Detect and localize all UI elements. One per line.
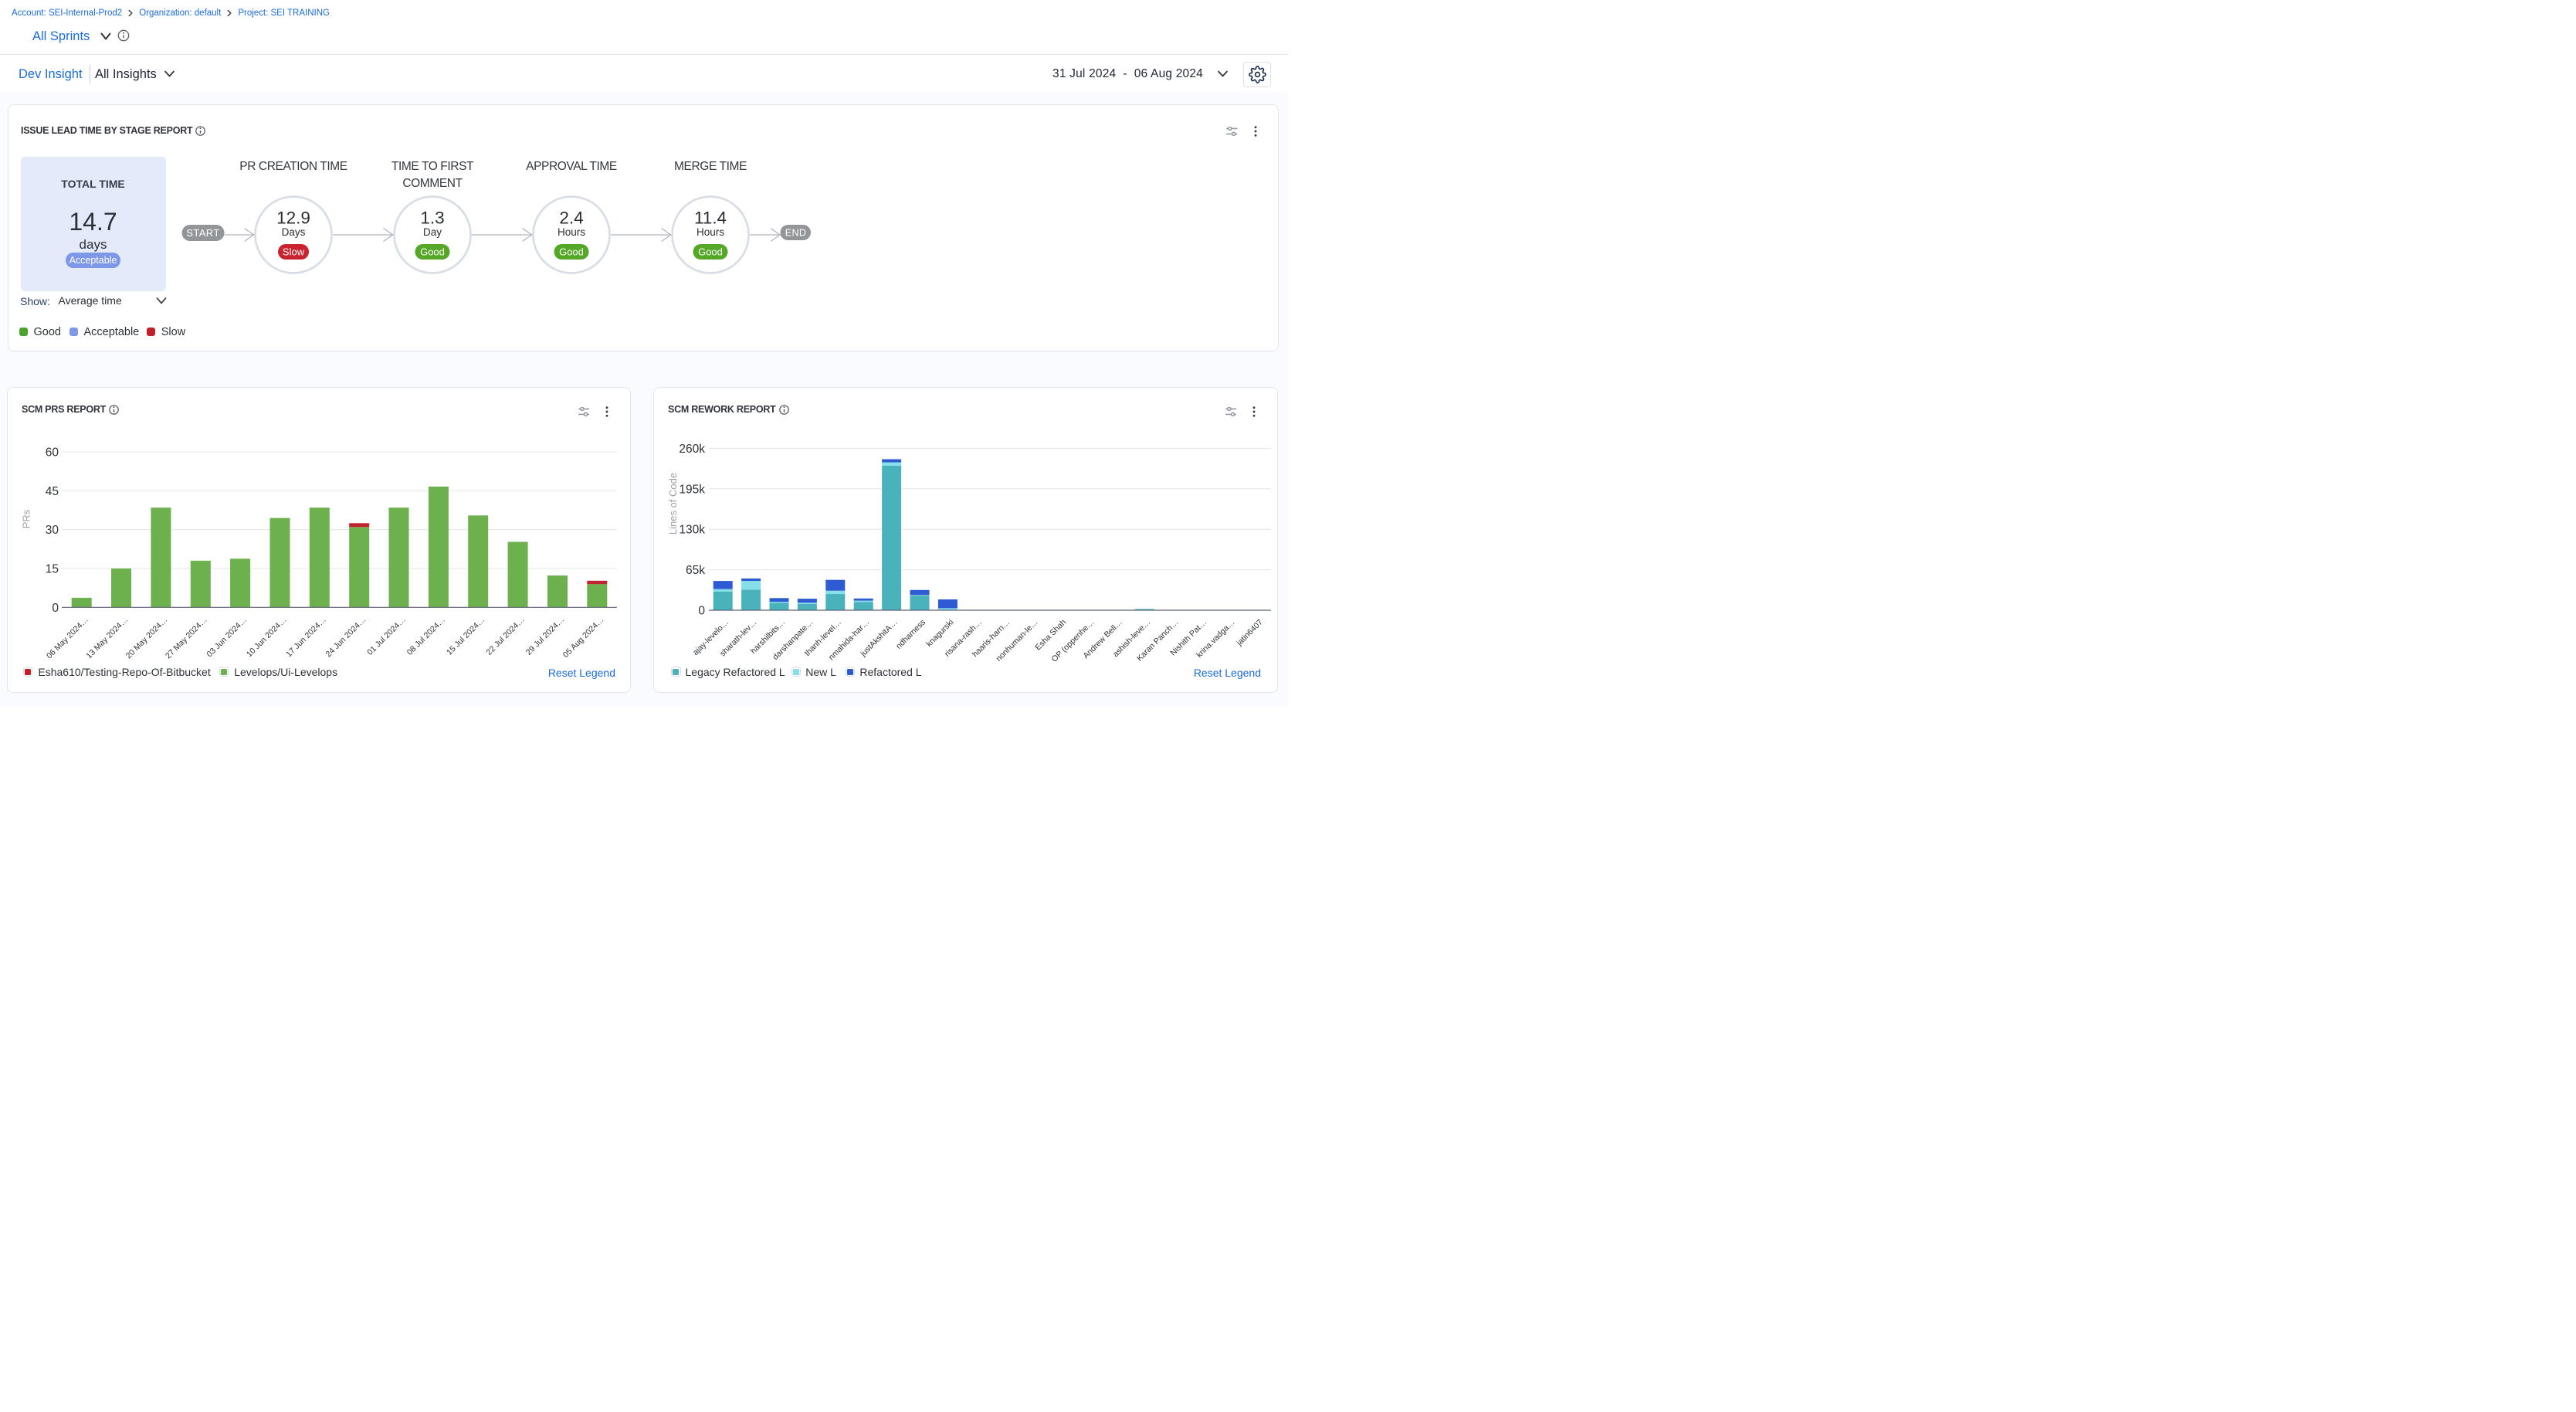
svg-text:ndharness: ndharness <box>894 618 927 651</box>
svg-text:24 Jun 2024…: 24 Jun 2024… <box>324 615 368 659</box>
svg-text:0: 0 <box>698 605 705 618</box>
svg-text:17 Jun 2024…: 17 Jun 2024… <box>284 615 328 659</box>
svg-text:MERGE TIME: MERGE TIME <box>674 160 747 173</box>
svg-text:22 Jul 2024…: 22 Jul 2024… <box>484 615 526 657</box>
svg-text:11.4: 11.4 <box>694 209 727 228</box>
svg-text:195k: 195k <box>679 483 705 496</box>
svg-text:29 Jul 2024…: 29 Jul 2024… <box>524 615 566 657</box>
svg-text:20 May 2024…: 20 May 2024… <box>124 615 170 660</box>
svg-text:Hours: Hours <box>697 226 724 238</box>
svg-text:12.9: 12.9 <box>276 209 310 228</box>
svg-text:Slow: Slow <box>283 246 305 258</box>
svg-text:TIME TO FIRST: TIME TO FIRST <box>391 160 474 173</box>
svg-text:0: 0 <box>52 602 59 615</box>
svg-text:05 Aug 2024…: 05 Aug 2024… <box>561 615 606 660</box>
svg-text:PRs: PRs <box>21 509 32 528</box>
svg-text:06 May 2024…: 06 May 2024… <box>45 615 90 660</box>
svg-text:15 Jul 2024…: 15 Jul 2024… <box>445 615 486 657</box>
svg-text:Good: Good <box>559 246 584 258</box>
svg-text:jatin6407: jatin6407 <box>1235 618 1265 648</box>
svg-text:03 Jun 2024…: 03 Jun 2024… <box>205 615 249 659</box>
svg-text:65k: 65k <box>686 564 705 577</box>
svg-text:13 May 2024…: 13 May 2024… <box>84 615 130 660</box>
svg-text:15: 15 <box>46 563 59 576</box>
svg-text:1.3: 1.3 <box>420 209 444 228</box>
svg-text:45: 45 <box>46 485 59 498</box>
svg-text:COMMENT: COMMENT <box>402 177 463 190</box>
svg-text:10 Jun 2024…: 10 Jun 2024… <box>245 615 289 659</box>
svg-text:60: 60 <box>46 446 59 460</box>
svg-text:27 May 2024…: 27 May 2024… <box>164 615 209 660</box>
svg-text:Hours: Hours <box>558 226 585 238</box>
svg-text:Lines of Code: Lines of Code <box>667 473 679 535</box>
svg-text:260k: 260k <box>679 443 705 456</box>
svg-text:END: END <box>785 228 807 239</box>
svg-text:START: START <box>186 227 219 239</box>
svg-text:2.4: 2.4 <box>559 209 583 228</box>
svg-text:Day: Day <box>423 226 442 238</box>
svg-text:08 Jul 2024…: 08 Jul 2024… <box>405 615 447 657</box>
svg-text:01 Jul 2024…: 01 Jul 2024… <box>365 615 407 657</box>
svg-text:30: 30 <box>46 524 59 537</box>
svg-text:Good: Good <box>698 246 723 258</box>
svg-text:Good: Good <box>420 246 445 258</box>
svg-text:Days: Days <box>282 226 306 238</box>
svg-text:PR CREATION TIME: PR CREATION TIME <box>239 160 347 173</box>
svg-text:APPROVAL TIME: APPROVAL TIME <box>526 160 617 173</box>
svg-text:130k: 130k <box>679 524 705 537</box>
